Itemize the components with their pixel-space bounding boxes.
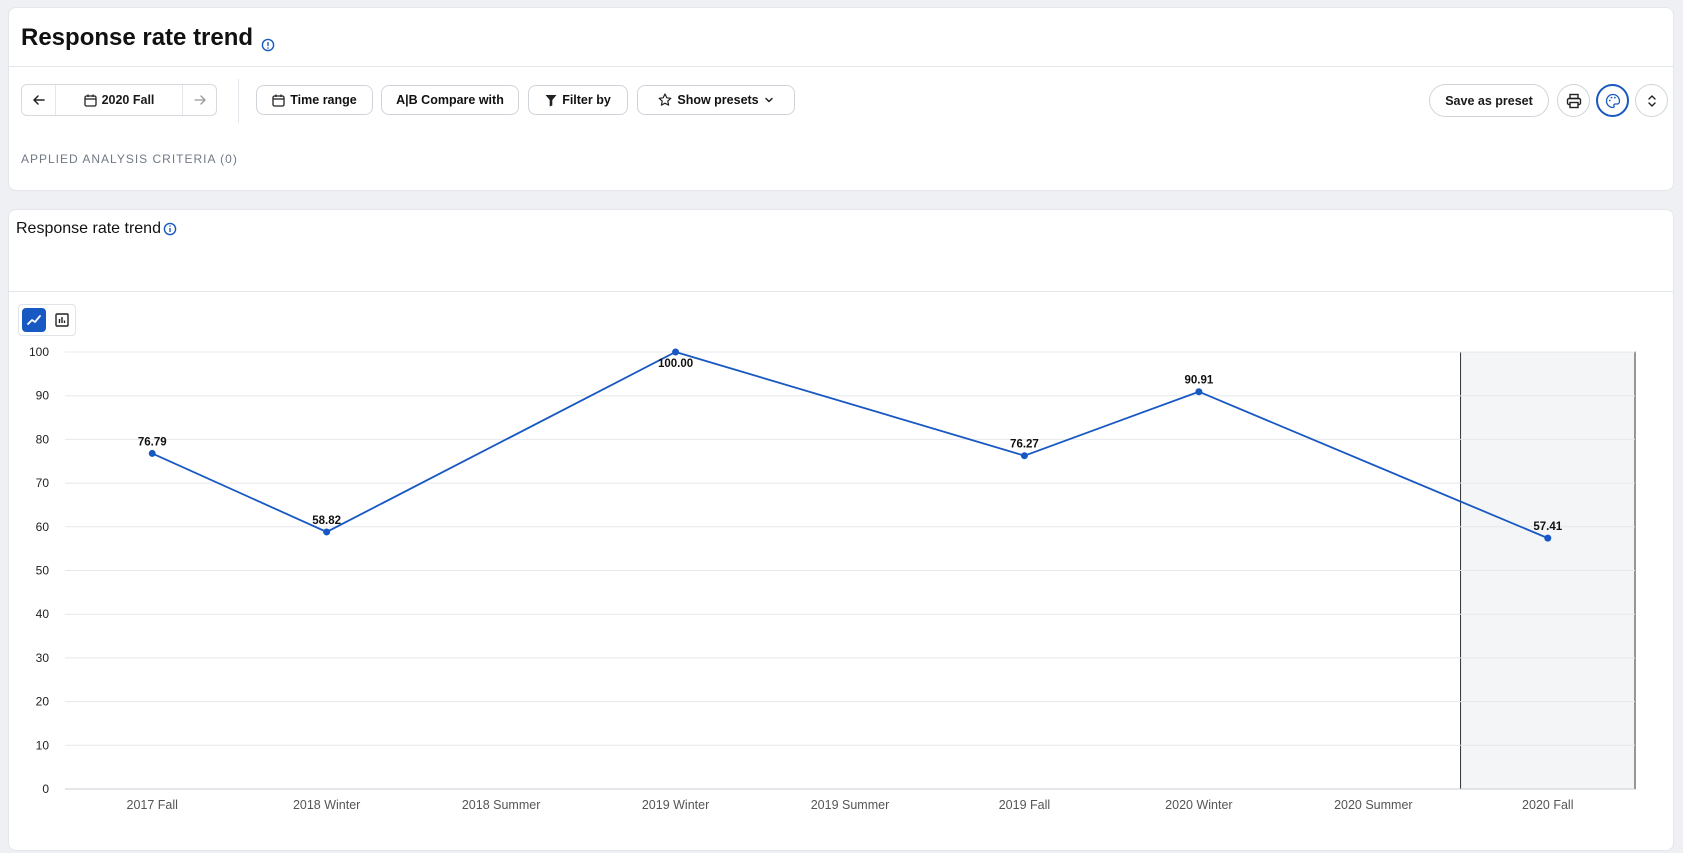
data-label: 58.82 — [312, 515, 341, 527]
data-label: 76.27 — [1010, 439, 1039, 451]
applied-criteria-label: APPLIED ANALYSIS CRITERIA (0) — [21, 152, 238, 166]
chevron-up-down-icon — [1647, 94, 1656, 107]
bar-chart-icon — [55, 313, 69, 327]
data-label: 76.79 — [138, 436, 167, 448]
y-tick-label: 50 — [36, 564, 50, 578]
filter-icon — [545, 94, 557, 106]
y-tick-label: 60 — [36, 520, 50, 534]
x-tick-label: 2020 Winter — [1165, 798, 1232, 812]
y-tick-label: 90 — [36, 389, 50, 403]
y-tick-label: 20 — [36, 695, 50, 709]
chart-title: Response rate trend — [16, 220, 177, 238]
y-tick-label: 40 — [36, 607, 50, 621]
x-tick-label: 2019 Fall — [999, 798, 1050, 812]
y-tick-label: 100 — [29, 345, 49, 359]
y-tick-label: 0 — [42, 782, 49, 796]
x-tick-label: 2020 Summer — [1334, 798, 1413, 812]
print-button[interactable] — [1557, 84, 1590, 117]
chart-card-divider — [9, 291, 1673, 292]
y-tick-label: 30 — [36, 651, 50, 665]
save-as-preset-label: Save as preset — [1445, 93, 1533, 108]
calendar-icon — [272, 94, 285, 107]
x-tick-label: 2019 Summer — [811, 798, 890, 812]
page-title: Response rate trend — [21, 24, 275, 52]
next-period-button[interactable] — [182, 85, 216, 115]
data-label: 90.91 — [1184, 375, 1213, 387]
expand-collapse-button[interactable] — [1635, 84, 1668, 117]
save-as-preset-button[interactable]: Save as preset — [1429, 84, 1549, 117]
data-label: 57.41 — [1533, 521, 1562, 533]
toolbar-separator — [238, 79, 239, 123]
data-point — [1020, 452, 1028, 460]
star-icon — [658, 93, 672, 106]
show-presets-button[interactable]: Show presets — [637, 85, 795, 115]
header-divider — [9, 66, 1673, 67]
theme-palette-button[interactable] — [1596, 84, 1629, 117]
bar-chart-toggle[interactable] — [50, 308, 74, 332]
compare-with-label: A|B Compare with — [396, 93, 504, 107]
chevron-down-icon — [764, 97, 773, 103]
x-tick-label: 2018 Winter — [293, 798, 360, 812]
filter-by-button[interactable]: Filter by — [528, 85, 628, 115]
response-rate-line-chart: 0 10 20 30 40 50 60 70 80 90 100 2017 Fall 2018 Wint… — [29, 345, 1636, 812]
y-tick-label: 10 — [36, 738, 50, 752]
period-label: 2020 Fall — [101, 93, 155, 107]
printer-icon — [1566, 93, 1581, 108]
info-icon[interactable] — [163, 222, 177, 236]
x-tick-label: 2018 Summer — [462, 798, 541, 812]
data-point — [323, 528, 331, 536]
data-point — [672, 348, 680, 356]
x-tick-label: 2020 Fall — [1522, 798, 1573, 812]
x-tick-label: 2019 Winter — [642, 798, 709, 812]
period-navigator: 2020 Fall — [21, 84, 217, 116]
palette-icon — [1605, 93, 1620, 108]
period-selector[interactable]: 2020 Fall — [56, 85, 182, 115]
info-icon[interactable] — [261, 31, 275, 52]
line-chart-toggle[interactable] — [22, 308, 46, 332]
show-presets-label: Show presets — [677, 93, 759, 107]
data-point — [148, 449, 156, 457]
analysis-header-card: Response rate trend 2020 Fall Time range… — [8, 7, 1674, 191]
x-tick-label: 2017 Fall — [127, 798, 178, 812]
chart-card: Response rate trend 0 10 20 30 40 50 60 70 80 90 1… — [8, 209, 1674, 851]
compare-with-button[interactable]: A|B Compare with — [381, 85, 519, 115]
page-title-text: Response rate trend — [21, 24, 254, 51]
line-chart-icon — [27, 315, 41, 325]
previous-period-button[interactable] — [22, 85, 56, 115]
time-range-label: Time range — [290, 93, 357, 107]
filter-by-label: Filter by — [562, 93, 611, 107]
data-point — [1544, 534, 1552, 542]
data-label: 100.00 — [658, 358, 693, 370]
chart-title-text: Response rate trend — [16, 220, 161, 237]
calendar-icon — [83, 94, 97, 107]
y-tick-label: 80 — [36, 432, 50, 446]
arrow-right-icon — [193, 95, 206, 105]
time-range-button[interactable]: Time range — [256, 85, 373, 115]
data-point — [1195, 388, 1203, 396]
y-tick-label: 70 — [36, 476, 50, 490]
series-line — [151, 351, 1549, 539]
arrow-left-icon — [32, 95, 45, 105]
